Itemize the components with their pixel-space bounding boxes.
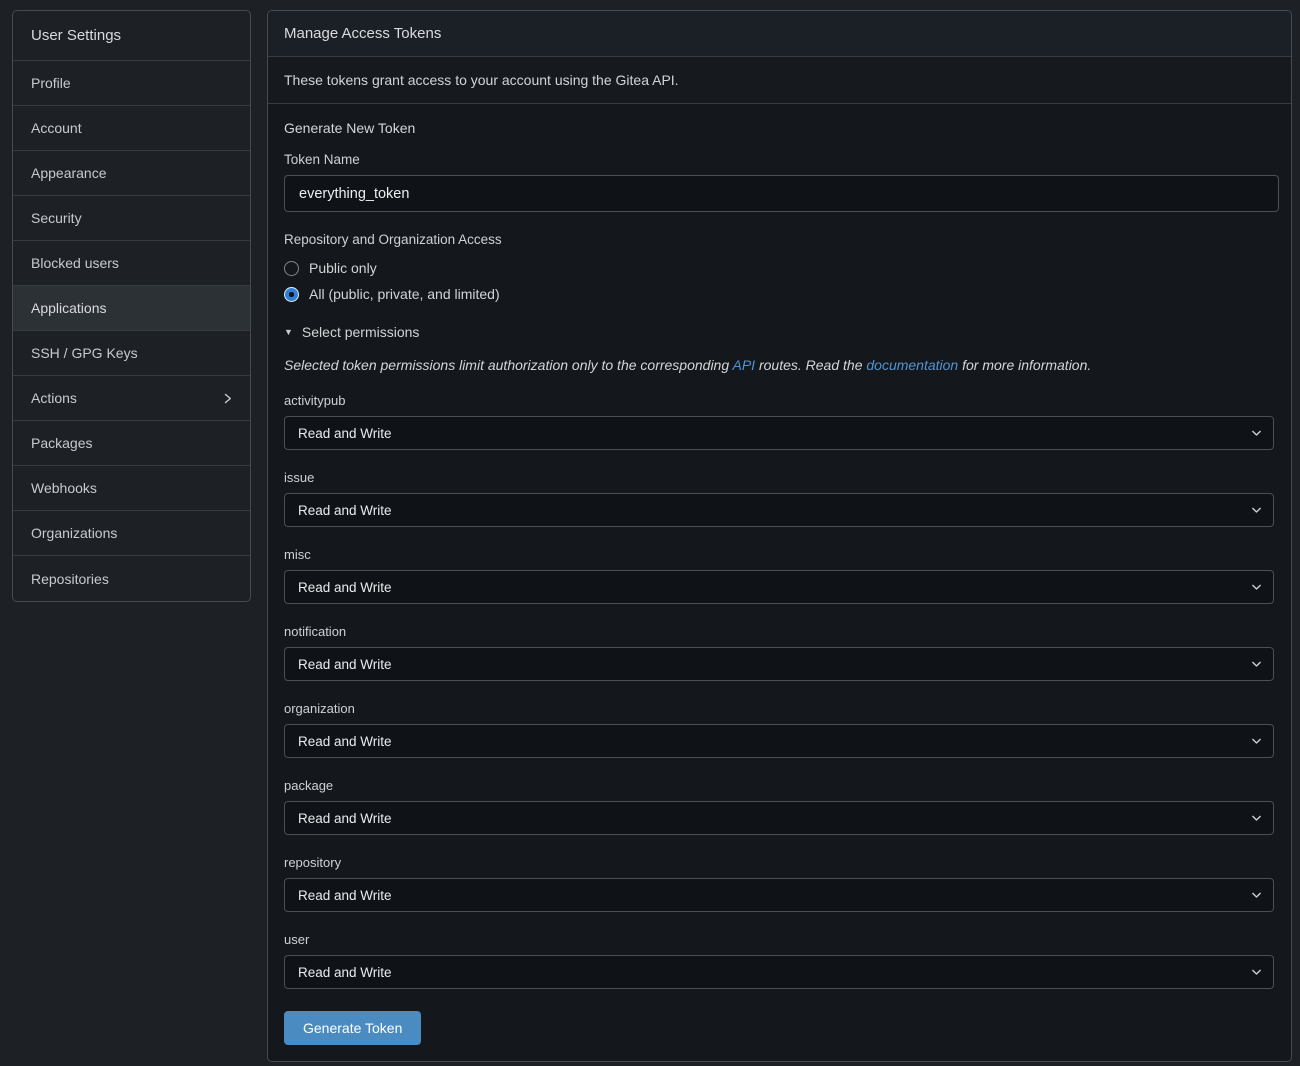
sidebar-item-label: Webhooks <box>31 480 97 496</box>
scope-label: issue <box>284 470 1275 485</box>
sidebar-item-label: Actions <box>31 390 77 406</box>
sidebar-item-security[interactable]: Security <box>13 196 250 241</box>
sidebar-item-label: Appearance <box>31 165 107 181</box>
api-link[interactable]: API <box>733 357 756 373</box>
radio-option-all-public-private-and-limited[interactable]: All (public, private, and limited) <box>284 281 500 307</box>
sidebar-item-label: Applications <box>31 300 107 316</box>
scope-label: activitypub <box>284 393 1275 408</box>
sidebar-item-label: Security <box>31 210 82 226</box>
panel-title: Manage Access Tokens <box>268 11 1291 57</box>
repo-org-access-label: Repository and Organization Access <box>284 232 1275 247</box>
sidebar-title[interactable]: User Settings <box>13 11 250 61</box>
panel-description: These tokens grant access to your accoun… <box>268 57 1291 104</box>
scope-label: package <box>284 778 1275 793</box>
sidebar-item-packages[interactable]: Packages <box>13 421 250 466</box>
scope-group: package Read and Write <box>284 778 1275 835</box>
select-permissions-label: Select permissions <box>302 324 420 340</box>
sidebar-item-blocked-users[interactable]: Blocked users <box>13 241 250 286</box>
scope-select-organization[interactable]: Read and Write <box>284 724 1274 758</box>
sidebar-item-applications[interactable]: Applications <box>13 286 250 331</box>
sidebar-item-organizations[interactable]: Organizations <box>13 511 250 556</box>
scope-select-notification[interactable]: Read and Write <box>284 647 1274 681</box>
scope-label: misc <box>284 547 1275 562</box>
sidebar-item-label: Packages <box>31 435 92 451</box>
scope-label: user <box>284 932 1275 947</box>
sidebar-item-actions[interactable]: Actions <box>13 376 250 421</box>
access-radio-group: Public only All (public, private, and li… <box>284 255 1275 307</box>
generate-token-form: Generate New Token Token Name Repository… <box>268 104 1291 1061</box>
scope-label: repository <box>284 855 1275 870</box>
radio-option-public-only[interactable]: Public only <box>284 255 377 281</box>
scope-group: notification Read and Write <box>284 624 1275 681</box>
user-settings-sidebar: User Settings Profile Account Appearance… <box>12 10 251 602</box>
sidebar-item-label: Account <box>31 120 82 136</box>
radio-label: Public only <box>309 260 377 276</box>
scope-group: repository Read and Write <box>284 855 1275 912</box>
scope-selects: activitypub Read and Write issue Read an… <box>284 393 1275 989</box>
caret-down-icon: ▼ <box>284 328 293 337</box>
generate-token-button[interactable]: Generate Token <box>284 1011 421 1045</box>
manage-tokens-panel: Manage Access Tokens These tokens grant … <box>267 10 1292 1062</box>
generate-new-token-title: Generate New Token <box>284 120 1275 136</box>
scope-select-package[interactable]: Read and Write <box>284 801 1274 835</box>
scope-select-misc[interactable]: Read and Write <box>284 570 1274 604</box>
scope-select-issue[interactable]: Read and Write <box>284 493 1274 527</box>
documentation-link[interactable]: documentation <box>866 357 958 373</box>
radio-icon <box>284 261 299 276</box>
sidebar-item-profile[interactable]: Profile <box>13 61 250 106</box>
sidebar-item-repositories[interactable]: Repositories <box>13 556 250 601</box>
sidebar-item-webhooks[interactable]: Webhooks <box>13 466 250 511</box>
scope-label: organization <box>284 701 1275 716</box>
sidebar-item-ssh-gpg-keys[interactable]: SSH / GPG Keys <box>13 331 250 376</box>
permissions-note: Selected token permissions limit authori… <box>284 357 1275 373</box>
scope-group: organization Read and Write <box>284 701 1275 758</box>
scope-group: activitypub Read and Write <box>284 393 1275 450</box>
chevron-right-icon <box>221 392 234 405</box>
sidebar-nav: Profile Account Appearance Security Bloc… <box>13 61 250 601</box>
sidebar-item-label: Organizations <box>31 525 117 541</box>
note-text-2: routes. Read the <box>755 357 866 373</box>
sidebar-item-label: Repositories <box>31 571 109 587</box>
scope-select-activitypub[interactable]: Read and Write <box>284 416 1274 450</box>
scope-select-repository[interactable]: Read and Write <box>284 878 1274 912</box>
sidebar-item-label: Profile <box>31 75 71 91</box>
sidebar-item-label: SSH / GPG Keys <box>31 345 138 361</box>
scope-group: user Read and Write <box>284 932 1275 989</box>
radio-label: All (public, private, and limited) <box>309 286 500 302</box>
sidebar-item-appearance[interactable]: Appearance <box>13 151 250 196</box>
scope-group: misc Read and Write <box>284 547 1275 604</box>
token-name-input[interactable] <box>284 175 1279 212</box>
scope-group: issue Read and Write <box>284 470 1275 527</box>
scope-label: notification <box>284 624 1275 639</box>
scope-select-user[interactable]: Read and Write <box>284 955 1274 989</box>
token-name-label: Token Name <box>284 152 1275 167</box>
radio-icon <box>284 287 299 302</box>
sidebar-item-label: Blocked users <box>31 255 119 271</box>
note-text-1: Selected token permissions limit authori… <box>284 357 733 373</box>
select-permissions-toggle[interactable]: ▼ Select permissions <box>284 324 419 340</box>
note-text-3: for more information. <box>958 357 1091 373</box>
sidebar-item-account[interactable]: Account <box>13 106 250 151</box>
